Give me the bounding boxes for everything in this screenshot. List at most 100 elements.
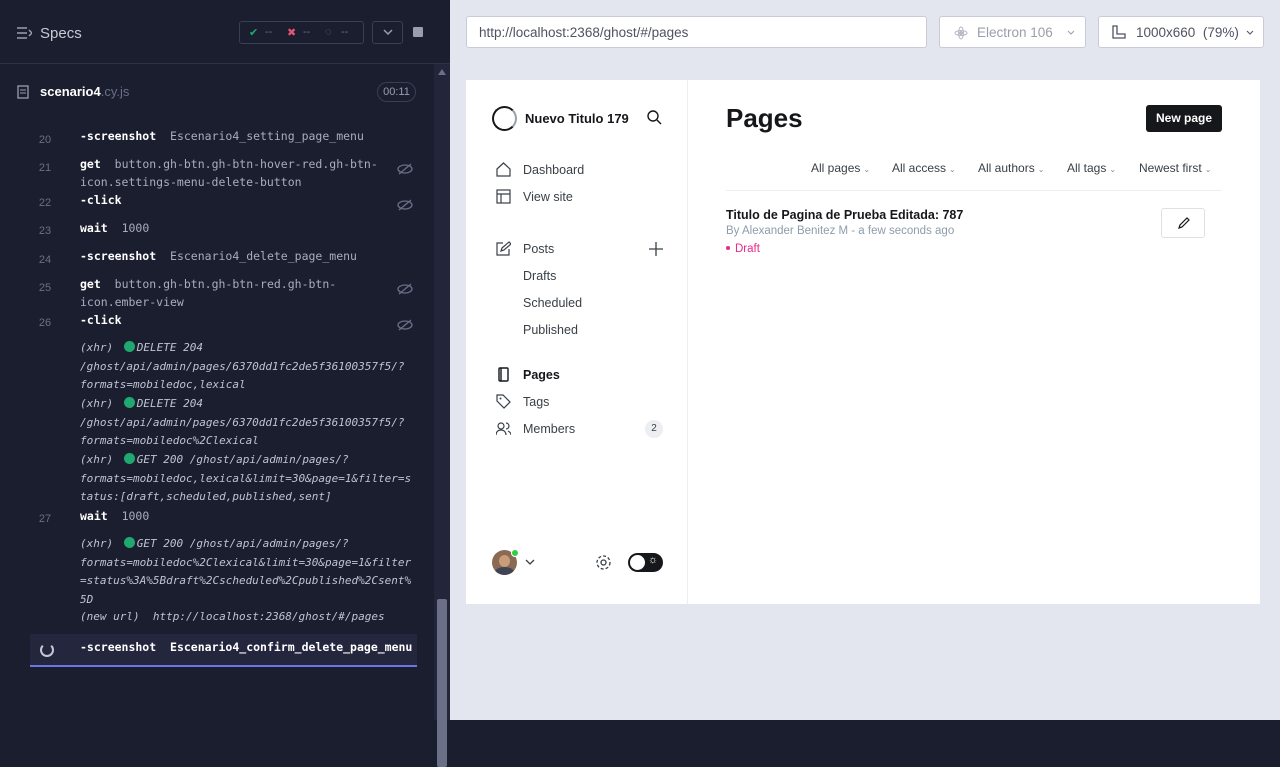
line-number: 26 xyxy=(38,317,52,329)
theme-toggle[interactable]: ☼ xyxy=(628,553,663,572)
line-number: 25 xyxy=(38,282,52,294)
specs-menu-icon[interactable] xyxy=(17,26,32,40)
site-title[interactable]: Nuevo Titulo 179 xyxy=(525,111,629,126)
command-item[interactable]: -screenshot Escenario4_delete_page_menu xyxy=(80,247,357,265)
command-item[interactable]: get button.gh-btn.gh-btn-red.gh-btn-icon… xyxy=(80,275,336,311)
specs-label[interactable]: Specs xyxy=(40,25,82,42)
line-number: 22 xyxy=(38,197,52,209)
pending-count: -- xyxy=(341,26,349,38)
new-url-log-item[interactable]: (new url) http://localhost:2368/ghost/#/… xyxy=(80,608,416,627)
nav-view-site[interactable]: View site xyxy=(523,190,573,204)
xhr-log-item[interactable]: (xhr) DELETE 204/ghost/api/admin/pages/6… xyxy=(80,395,416,451)
chevron-down-icon xyxy=(383,29,393,36)
failed-count: -- xyxy=(303,26,311,38)
eye-slash-icon xyxy=(397,163,413,175)
filter-access[interactable]: All access ⌄ xyxy=(892,161,956,175)
pen-icon xyxy=(496,241,511,256)
line-number: 20 xyxy=(38,134,52,146)
edit-page-button[interactable] xyxy=(1161,208,1205,238)
pages-main: Pages New page All pages ⌄ All access ⌄ Al… xyxy=(688,80,1260,604)
log-scrollbar[interactable] xyxy=(434,64,450,767)
sort-order[interactable]: Newest first ⌄ xyxy=(1139,161,1211,175)
command-item[interactable]: wait 1000 xyxy=(80,507,149,525)
ghost-admin-app: Nuevo Titulo 179 Dashboard View site Pos… xyxy=(466,80,1260,604)
nav-pages[interactable]: Pages xyxy=(523,368,560,382)
nav-members[interactable]: Members xyxy=(523,422,575,436)
app-preview-panel: http://localhost:2368/ghost/#/pages Elec… xyxy=(450,0,1280,720)
divider xyxy=(726,190,1222,191)
spinner-icon xyxy=(40,643,54,657)
status-dot-icon xyxy=(123,341,135,352)
pages-icon xyxy=(498,367,509,382)
pending-icon: ◌ xyxy=(325,26,332,38)
xhr-log-item[interactable]: (xhr) GET 200 /ghost/api/admin/pages/? fo… xyxy=(80,451,416,507)
status-dot-icon xyxy=(123,453,135,464)
browser-selector[interactable]: Electron 106 xyxy=(939,16,1086,48)
home-icon xyxy=(496,162,511,177)
chevron-down-icon xyxy=(1067,30,1075,35)
nav-dashboard[interactable]: Dashboard xyxy=(523,163,584,177)
nav-posts[interactable]: Posts xyxy=(523,242,554,256)
command-item[interactable]: wait 1000 xyxy=(80,219,149,237)
active-command-item[interactable]: -screenshot Escenario4_confirm_delete_pa… xyxy=(30,634,417,667)
page-title: Pages xyxy=(726,103,803,133)
filter-tags[interactable]: All tags ⌄ xyxy=(1067,161,1116,175)
nav-published[interactable]: Published xyxy=(523,323,578,337)
passed-count: -- xyxy=(265,26,273,38)
line-number: 21 xyxy=(38,162,52,174)
plus-icon[interactable] xyxy=(649,242,663,256)
xhr-log-item[interactable]: (xhr) DELETE 204/ghost/api/admin/pages/6… xyxy=(80,339,416,395)
spec-duration: 00:11 xyxy=(377,82,416,102)
status-dot-icon xyxy=(123,537,135,548)
viewport-size: 1000x660 xyxy=(1136,25,1196,40)
nav-tags[interactable]: Tags xyxy=(523,395,549,409)
chevron-down-icon: ⌄ xyxy=(863,165,871,174)
command-item[interactable]: get button.gh-btn.gh-btn-hover-red.gh-bt… xyxy=(80,155,378,191)
layout-icon xyxy=(496,189,511,204)
nav-drafts[interactable]: Drafts xyxy=(523,269,556,283)
pencil-icon xyxy=(1178,217,1190,229)
status-badge: Draft xyxy=(726,243,760,255)
eye-slash-icon xyxy=(397,199,413,211)
filter-type[interactable]: All pages ⌄ xyxy=(811,161,870,175)
collapse-button[interactable] xyxy=(372,21,403,44)
stop-icon xyxy=(413,27,423,37)
chevron-down-icon: ⌄ xyxy=(1037,165,1045,174)
chevron-down-icon[interactable] xyxy=(525,559,535,565)
page-item-title[interactable]: Titulo de Pagina de Prueba Editada: 787 xyxy=(726,208,963,222)
viewport-selector[interactable]: 1000x660 (79%) xyxy=(1098,16,1264,48)
scroll-up-icon[interactable] xyxy=(438,69,446,75)
line-number: 24 xyxy=(38,254,52,266)
gear-icon[interactable] xyxy=(595,554,612,571)
ghost-sidebar: Nuevo Titulo 179 Dashboard View site Pos… xyxy=(466,80,688,604)
nav-scheduled[interactable]: Scheduled xyxy=(523,296,582,310)
runner-header: Specs ✔ -- ✖ -- ◌ -- xyxy=(0,0,450,64)
line-number: 23 xyxy=(38,225,52,237)
scrollbar-thumb[interactable] xyxy=(437,599,447,767)
stop-button[interactable] xyxy=(403,21,434,44)
new-page-button[interactable]: New page xyxy=(1146,105,1222,132)
page-item-meta: By Alexander Benitez M - a few seconds a… xyxy=(726,225,955,237)
command-item[interactable]: -click xyxy=(80,191,122,209)
members-icon xyxy=(496,422,511,436)
xhr-log-item[interactable]: (xhr) GET 200 /ghost/api/admin/pages/? fo… xyxy=(80,535,416,609)
filter-authors[interactable]: All authors ⌄ xyxy=(978,161,1044,175)
command-item[interactable]: -screenshot Escenario4_setting_page_menu xyxy=(80,127,364,145)
test-stats: ✔ -- ✖ -- ◌ -- xyxy=(239,21,364,44)
chevron-down-icon: ⌄ xyxy=(1109,165,1117,174)
url-bar[interactable]: http://localhost:2368/ghost/#/pages xyxy=(466,16,927,48)
spec-file-name: scenario4.cy.js xyxy=(40,84,130,99)
spec-file-row: scenario4.cy.js 00:11 xyxy=(0,77,434,107)
scroll-down-icon[interactable] xyxy=(438,708,446,714)
search-icon[interactable] xyxy=(647,110,662,125)
command-log: 20 -screenshot Escenario4_setting_page_m… xyxy=(30,120,417,680)
site-logo xyxy=(492,106,517,131)
eye-slash-icon xyxy=(397,283,413,295)
eye-slash-icon xyxy=(397,319,413,331)
chevron-down-icon: ⌄ xyxy=(1204,165,1212,174)
line-number: 27 xyxy=(38,513,52,525)
command-item[interactable]: -click xyxy=(80,311,122,329)
viewport-zoom: (79%) xyxy=(1202,25,1239,40)
electron-icon xyxy=(954,26,968,40)
chevron-down-icon: ⌄ xyxy=(949,165,956,174)
